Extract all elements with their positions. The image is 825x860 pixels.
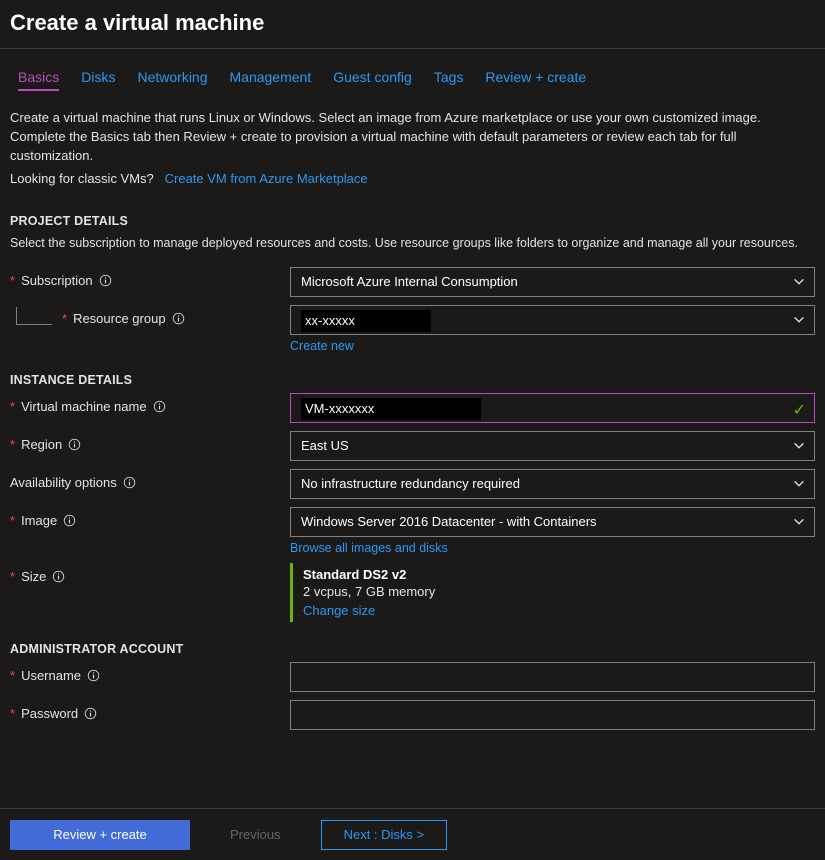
region-label: Region [21, 437, 62, 452]
chevron-down-icon [792, 439, 806, 456]
classic-vms-question: Looking for classic VMs? [10, 171, 154, 186]
resource-group-select[interactable]: xx-xxxxx [290, 305, 815, 335]
size-box: Standard DS2 v2 2 vcpus, 7 GB memory Cha… [290, 563, 815, 622]
password-input[interactable] [290, 700, 815, 730]
username-input[interactable] [290, 662, 815, 692]
subscription-select[interactable]: Microsoft Azure Internal Consumption [290, 267, 815, 297]
required-marker: * [10, 513, 15, 528]
vm-name-input[interactable]: VM-xxxxxxx ✓ [290, 393, 815, 423]
info-icon[interactable] [99, 274, 112, 287]
tab-networking[interactable]: Networking [137, 69, 207, 91]
required-marker: * [10, 437, 15, 452]
review-create-button[interactable]: Review + create [10, 820, 190, 850]
chevron-down-icon [792, 313, 806, 330]
create-vm-marketplace-link[interactable]: Create VM from Azure Marketplace [165, 171, 368, 186]
availability-label: Availability options [10, 475, 117, 490]
page-title: Create a virtual machine [10, 10, 815, 36]
image-select[interactable]: Windows Server 2016 Datacenter - with Co… [290, 507, 815, 537]
required-marker: * [10, 273, 15, 288]
admin-account-heading: ADMINISTRATOR ACCOUNT [10, 642, 815, 656]
tabs: Basics Disks Networking Management Guest… [10, 49, 815, 101]
region-select[interactable]: East US [290, 431, 815, 461]
image-value: Windows Server 2016 Datacenter - with Co… [301, 514, 597, 529]
next-disks-button[interactable]: Next : Disks > [321, 820, 448, 850]
region-value: East US [301, 438, 349, 453]
size-name: Standard DS2 v2 [303, 567, 815, 582]
vm-name-value: VM-xxxxxxx [301, 398, 481, 420]
availability-value: No infrastructure redundancy required [301, 476, 520, 491]
required-marker: * [10, 569, 15, 584]
required-marker: * [10, 668, 15, 683]
instance-details-heading: INSTANCE DETAILS [10, 373, 815, 387]
image-label: Image [21, 513, 57, 528]
change-size-link[interactable]: Change size [303, 603, 375, 618]
size-label: Size [21, 569, 46, 584]
create-new-rg-link[interactable]: Create new [290, 339, 354, 353]
info-icon[interactable] [153, 400, 166, 413]
vm-name-label: Virtual machine name [21, 399, 147, 414]
project-details-desc: Select the subscription to manage deploy… [10, 234, 815, 252]
tab-review-create[interactable]: Review + create [485, 69, 586, 91]
tree-branch-icon [16, 307, 52, 325]
browse-images-link[interactable]: Browse all images and disks [290, 541, 448, 555]
project-details-heading: PROJECT DETAILS [10, 214, 815, 228]
info-icon[interactable] [87, 669, 100, 682]
tab-basics[interactable]: Basics [18, 69, 59, 91]
chevron-down-icon [792, 477, 806, 494]
check-icon: ✓ [793, 400, 806, 420]
info-icon[interactable] [52, 570, 65, 583]
subscription-label: Subscription [21, 273, 93, 288]
required-marker: * [10, 399, 15, 414]
password-label: Password [21, 706, 78, 721]
info-icon[interactable] [123, 476, 136, 489]
info-icon[interactable] [68, 438, 81, 451]
tab-disks[interactable]: Disks [81, 69, 115, 91]
info-icon[interactable] [84, 707, 97, 720]
username-label: Username [21, 668, 81, 683]
tab-management[interactable]: Management [230, 69, 312, 91]
tab-tags[interactable]: Tags [434, 69, 464, 91]
chevron-down-icon [792, 275, 806, 292]
subscription-value: Microsoft Azure Internal Consumption [301, 274, 518, 289]
info-icon[interactable] [63, 514, 76, 527]
intro-text: Create a virtual machine that runs Linux… [10, 109, 815, 166]
chevron-down-icon [792, 515, 806, 532]
info-icon[interactable] [172, 312, 185, 325]
availability-select[interactable]: No infrastructure redundancy required [290, 469, 815, 499]
size-desc: 2 vcpus, 7 GB memory [303, 584, 815, 599]
tab-guest-config[interactable]: Guest config [333, 69, 412, 91]
required-marker: * [10, 706, 15, 721]
previous-button: Previous [208, 820, 303, 850]
required-marker: * [62, 311, 67, 326]
resource-group-value: xx-xxxxx [301, 310, 431, 332]
resource-group-label: Resource group [73, 311, 166, 326]
